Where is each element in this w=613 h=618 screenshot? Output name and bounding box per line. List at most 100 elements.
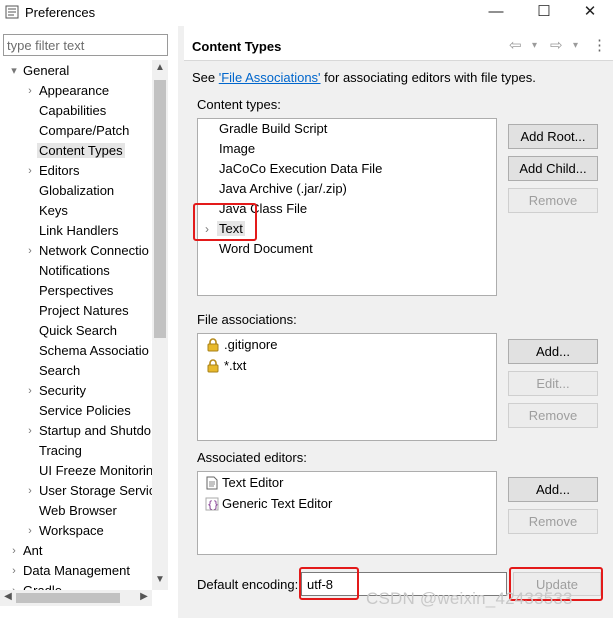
content-types-label: Content types:: [197, 97, 281, 112]
expand-chevron-down-icon[interactable]: ▾: [8, 61, 20, 81]
tree-item[interactable]: UI Freeze Monitorin: [39, 461, 152, 481]
add-root-button[interactable]: Add Root...: [508, 124, 598, 149]
tree-item[interactable]: Globalization: [39, 181, 114, 201]
tree-item[interactable]: Compare/Patch: [39, 121, 129, 141]
expand-chevron-right-icon[interactable]: ›: [24, 481, 36, 501]
scroll-thumb[interactable]: [154, 80, 166, 338]
tree-item-label: Security: [39, 383, 86, 398]
tree-item-label: Search: [39, 363, 81, 378]
file-association-item[interactable]: .gitignore: [206, 335, 277, 355]
tree-item[interactable]: › User Storage Servic: [28, 481, 152, 501]
file-associations-label: File associations:: [197, 312, 297, 327]
maximize-button[interactable]: ☐: [521, 0, 567, 26]
expand-chevron-right-icon[interactable]: ›: [8, 561, 20, 581]
close-button[interactable]: ✕: [567, 0, 613, 26]
file-associations-link[interactable]: 'File Associations': [219, 70, 321, 85]
tree-item[interactable]: Web Browser: [39, 501, 117, 521]
back-menu-chevron-icon[interactable]: ▾: [532, 40, 537, 51]
tree-item[interactable]: Notifications: [39, 261, 110, 281]
generic-editor-icon: {}: [205, 497, 219, 511]
add-file-association-button[interactable]: Add...: [508, 339, 598, 364]
remove-editor-button[interactable]: Remove: [508, 509, 598, 534]
tree-item[interactable]: › Data Management: [12, 561, 130, 581]
tree-item[interactable]: ▾ General: [11, 61, 69, 81]
expand-chevron-right-icon[interactable]: ›: [24, 241, 36, 261]
tree-item-label: Appearance: [39, 83, 110, 98]
tree-item[interactable]: Search: [39, 361, 80, 381]
tree-item[interactable]: Keys: [39, 201, 68, 221]
content-type-item[interactable]: Image: [219, 139, 255, 159]
tree-item-label: Perspectives: [39, 283, 114, 298]
scroll-right-icon[interactable]: ▶: [136, 591, 152, 602]
tree-vertical-scrollbar[interactable]: ▲ ▼: [152, 60, 168, 590]
tree-item[interactable]: › Startup and Shutdo: [28, 421, 151, 441]
associated-editor-label: Generic Text Editor: [222, 496, 333, 511]
minimize-button[interactable]: —: [473, 0, 519, 26]
tree-item-label: Editors: [39, 163, 80, 178]
content-type-item[interactable]: JaCoCo Execution Data File: [219, 159, 382, 179]
view-menu-icon[interactable]: ⋮: [592, 36, 607, 54]
tree-item[interactable]: › Appearance: [28, 81, 110, 101]
tree-item-label: Gradle: [23, 583, 62, 590]
edit-file-association-button[interactable]: Edit...: [508, 371, 598, 396]
tree-item[interactable]: › Network Connectio: [28, 241, 149, 261]
scroll-left-icon[interactable]: ◀: [0, 591, 16, 602]
scroll-up-icon[interactable]: ▲: [152, 62, 168, 73]
associated-editor-label: Text Editor: [222, 475, 284, 490]
tree-item-label: Web Browser: [39, 503, 117, 518]
associated-editor-item[interactable]: Text Editor: [205, 473, 283, 493]
associated-editor-item[interactable]: {} Generic Text Editor: [205, 494, 332, 514]
tree-item[interactable]: › Security: [28, 381, 86, 401]
tree-item-label: Notifications: [39, 263, 110, 278]
add-child-button[interactable]: Add Child...: [508, 156, 598, 181]
tree-item-label: Content Types: [37, 143, 125, 158]
tree-item-label: Data Management: [23, 563, 130, 578]
content-type-item[interactable]: Gradle Build Script: [219, 119, 327, 139]
tree-item[interactable]: Tracing: [39, 441, 82, 461]
file-association-item[interactable]: *.txt: [206, 356, 246, 376]
content-type-item[interactable]: Word Document: [219, 239, 313, 259]
content-type-label: JaCoCo Execution Data File: [219, 161, 383, 176]
hscroll-thumb[interactable]: [16, 593, 120, 603]
expand-chevron-right-icon[interactable]: ›: [8, 541, 20, 561]
preference-tree: ▾ General › Appearance Capabilities Compare/P…: [0, 60, 152, 590]
file-association-label: .gitignore: [224, 337, 278, 352]
expand-chevron-right-icon[interactable]: ›: [24, 81, 36, 101]
filter-input[interactable]: [3, 34, 168, 56]
back-arrow-icon[interactable]: ⇦: [509, 36, 522, 54]
add-editor-button[interactable]: Add...: [508, 477, 598, 502]
expand-chevron-right-icon[interactable]: ›: [24, 381, 36, 401]
preferences-app-icon: [5, 5, 19, 19]
tree-horizontal-scrollbar[interactable]: ◀ ▶: [0, 590, 152, 606]
tree-item[interactable]: Content Types: [37, 141, 125, 161]
tree-item[interactable]: ›Gradle: [12, 581, 62, 590]
tree-item[interactable]: Link Handlers: [39, 221, 119, 241]
tree-item[interactable]: › Editors: [28, 161, 80, 181]
tree-item[interactable]: Schema Associatio: [39, 341, 149, 361]
tree-item[interactable]: Capabilities: [39, 101, 106, 121]
tree-item-label: UI Freeze Monitorin: [39, 463, 152, 478]
tree-item[interactable]: › Ant: [12, 541, 43, 561]
forward-menu-chevron-icon[interactable]: ▾: [573, 40, 578, 51]
intro-suffix: for associating editors with file types.: [320, 70, 536, 85]
page-title: Content Types: [192, 39, 282, 54]
intro-text: See 'File Associations' for associating …: [192, 70, 536, 85]
tree-item[interactable]: Quick Search: [39, 321, 117, 341]
associated-editors-list[interactable]: Text Editor{} Generic Text Editor: [197, 471, 497, 555]
expand-chevron-right-icon[interactable]: ›: [8, 581, 20, 590]
forward-arrow-icon[interactable]: ⇨: [550, 36, 563, 54]
remove-file-association-button[interactable]: Remove: [508, 403, 598, 428]
expand-chevron-right-icon[interactable]: ›: [24, 521, 36, 541]
expand-chevron-right-icon[interactable]: ›: [24, 161, 36, 181]
content-type-item[interactable]: Java Archive (.jar/.zip): [219, 179, 347, 199]
remove-content-type-button[interactable]: Remove: [508, 188, 598, 213]
tree-item[interactable]: Perspectives: [39, 281, 113, 301]
text-highlight-box: [193, 203, 257, 241]
expand-chevron-right-icon[interactable]: ›: [24, 421, 36, 441]
tree-item[interactable]: › Workspace: [28, 521, 104, 541]
tree-item[interactable]: Project Natures: [39, 301, 129, 321]
file-associations-list[interactable]: .gitignore *.txt: [197, 333, 497, 441]
tree-item[interactable]: Service Policies: [39, 401, 131, 421]
scroll-down-icon[interactable]: ▼: [152, 574, 168, 585]
tree-item-label: Ant: [23, 543, 43, 558]
